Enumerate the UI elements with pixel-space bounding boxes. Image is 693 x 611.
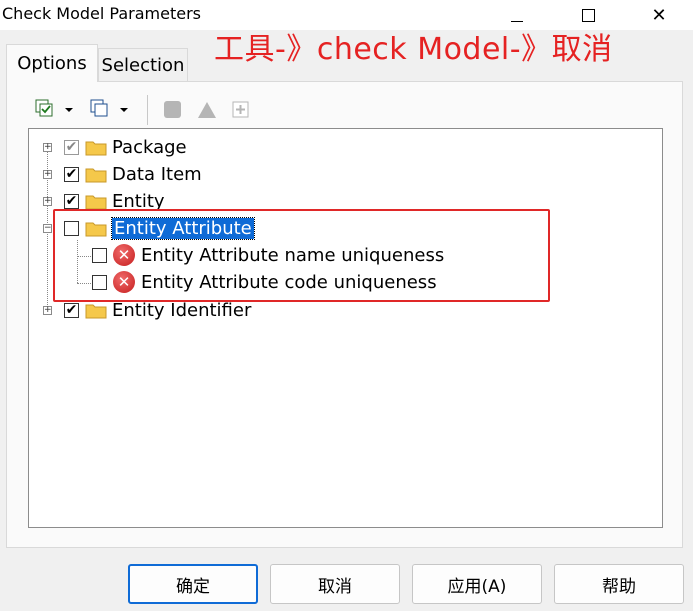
window-title: Check Model Parameters [2,4,202,23]
entity-checkbox[interactable]: ✔ [64,193,79,209]
highlight-box [53,209,550,302]
tree-item-label: Package [112,136,187,158]
expand-data-item-toggle[interactable]: + [43,170,52,179]
folder-icon [85,304,107,318]
tree-item-label: Entity Identifier [112,299,252,321]
package-checkbox[interactable]: ✔ [64,139,79,155]
tab-selection[interactable]: Selection [98,48,188,81]
warning-button[interactable] [197,100,217,120]
tab-options[interactable]: Options [6,44,98,82]
expand-package-toggle[interactable]: + [43,143,52,152]
expand-entity-identifier-toggle[interactable]: + [43,306,52,315]
collapse-entity-attribute-toggle[interactable]: − [43,224,52,233]
check-all-icon [35,99,73,117]
toolbar-separator [147,95,148,125]
help-button[interactable]: 帮助 [554,564,684,604]
deselect-all-dropdown-button[interactable] [89,98,129,120]
add-button[interactable] [231,100,251,120]
minimize-icon [511,20,523,22]
ok-button[interactable]: 确定 [128,564,258,604]
entity-identifier-checkbox[interactable]: ✔ [64,302,79,318]
folder-icon [85,168,107,182]
stop-icon [164,101,181,118]
tree-item-data-item[interactable]: ✔ Data Item [64,161,202,187]
data-item-checkbox[interactable]: ✔ [64,166,79,182]
triangle-icon [198,102,216,118]
expand-entity-toggle[interactable]: + [43,197,52,206]
tree-item-package[interactable]: ✔ Package [64,134,187,160]
maximize-icon [581,8,595,22]
folder-icon [85,195,107,209]
plus-box-icon [232,101,249,118]
apply-button[interactable]: 应用(A) [412,564,542,604]
stop-button[interactable] [163,100,183,120]
tree-item-label: Data Item [112,163,202,185]
cancel-button[interactable]: 取消 [270,564,400,604]
uncheck-all-icon [90,99,128,117]
close-button[interactable]: ✕ [636,0,682,30]
annotation-text: 工具-》check Model-》取消 [214,32,613,67]
folder-icon [85,141,107,155]
select-all-dropdown-button[interactable] [34,98,74,120]
